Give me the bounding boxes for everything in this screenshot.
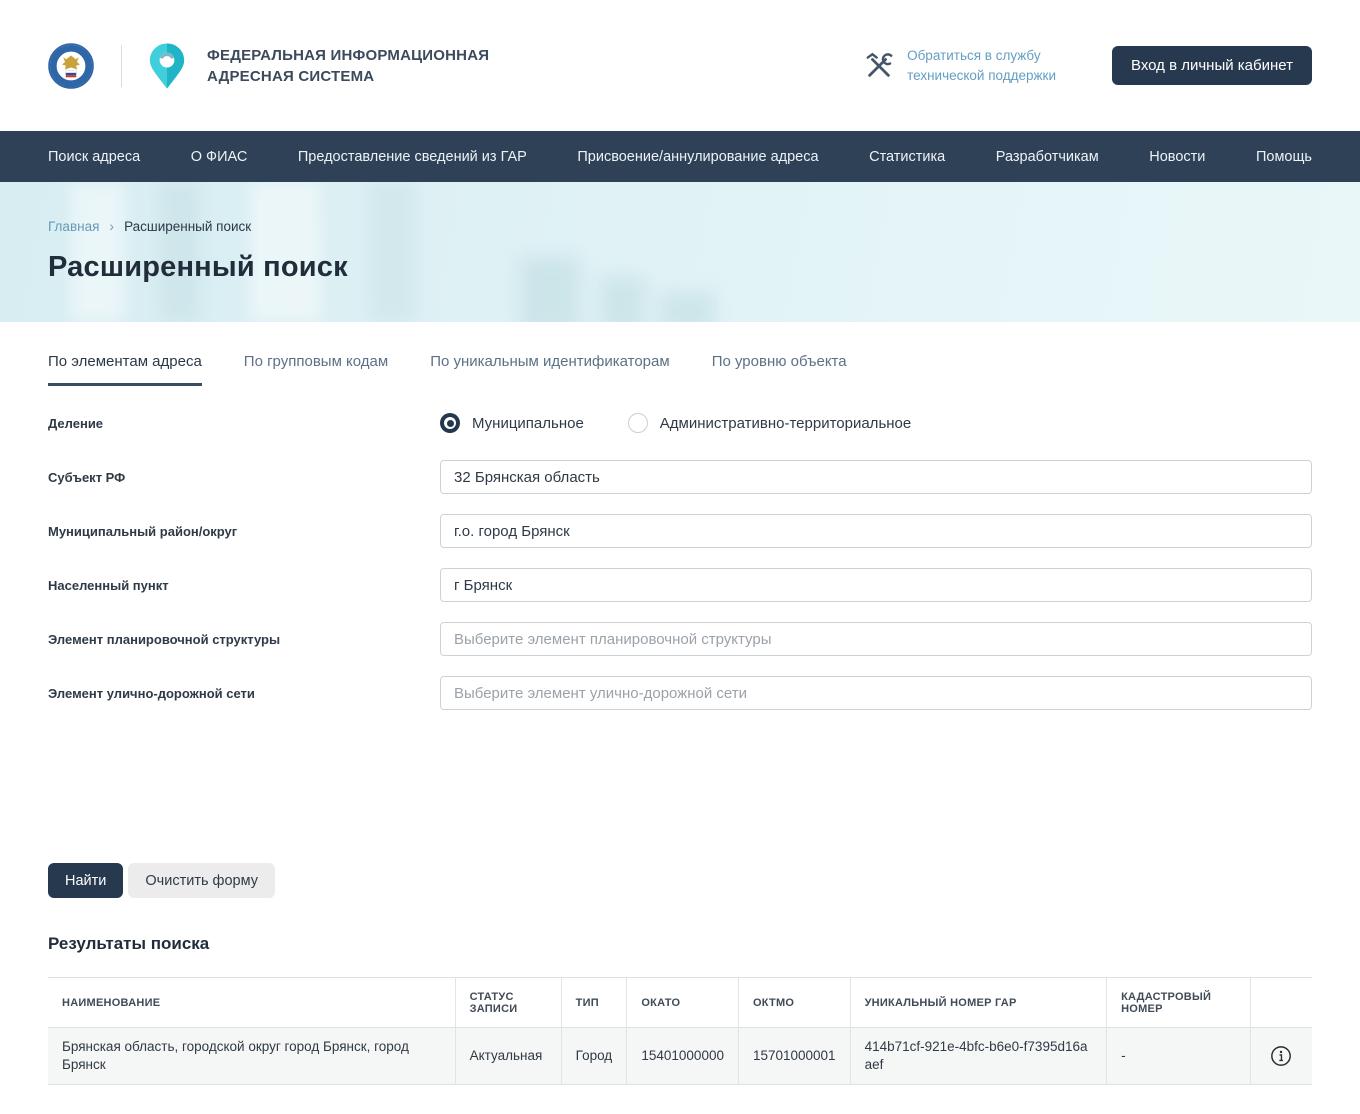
field-row-settlement: Населенный пункт [48, 568, 1312, 602]
support-tools-icon [866, 52, 893, 77]
field-row-subject: Субъект РФ [48, 460, 1312, 494]
org-title-line1: ФЕДЕРАЛЬНАЯ ИНФОРМАЦИОННАЯ [207, 46, 490, 64]
radio-selected-icon[interactable] [440, 413, 460, 433]
cell-type: Город [560, 1027, 627, 1086]
tab-by-group-codes[interactable]: По групповым кодам [244, 353, 388, 386]
subject-label: Субъект РФ [48, 469, 126, 485]
fias-advanced-search-page: ФЕДЕРАЛЬНАЯ ИНФОРМАЦИОННАЯ АДРЕСНАЯ СИСТ… [0, 0, 1360, 1114]
page-banner: Главная › Расширенный поиск Расширенный … [0, 182, 1360, 322]
nav-item-help[interactable]: Помощь [1256, 149, 1312, 165]
col-header-status: СТАТУС ЗАПИСИ [454, 977, 562, 1028]
cell-status: Актуальная [454, 1027, 562, 1086]
header-branding: ФЕДЕРАЛЬНАЯ ИНФОРМАЦИОННАЯ АДРЕСНАЯ СИСТ… [48, 42, 489, 90]
form-actions: Найти Очистить форму [48, 863, 1312, 898]
settlement-label: Населенный пункт [48, 577, 169, 593]
site-header: ФЕДЕРАЛЬНАЯ ИНФОРМАЦИОННАЯ АДРЕСНАЯ СИСТ… [0, 0, 1360, 131]
settlement-input[interactable] [440, 568, 1312, 602]
planning-structure-label: Элемент планировочной структуры [48, 631, 281, 647]
street-network-input[interactable] [440, 676, 1312, 710]
header-divider [121, 44, 122, 87]
col-header-okato: ОКАТО [626, 977, 739, 1028]
radio-administrative-label: Административно-территориальное [659, 414, 912, 432]
field-row-planning-structure: Элемент планировочной структуры [48, 622, 1312, 656]
fns-emblem-icon [48, 42, 94, 89]
banner-decor [660, 292, 715, 322]
field-row-street-network: Элемент улично-дорожной сети [48, 676, 1312, 710]
info-icon[interactable] [1270, 1045, 1292, 1067]
col-header-actions [1249, 977, 1312, 1028]
support-link[interactable]: Обратиться в службу технической поддержк… [864, 46, 1056, 85]
division-label: Деление [48, 415, 104, 431]
nav-item-gar-data[interactable]: Предоставление сведений из ГАР [298, 149, 527, 165]
results-header-row: НАИМЕНОВАНИЕ СТАТУС ЗАПИСИ ТИП ОКАТО ОКТ… [48, 977, 1312, 1028]
org-title: ФЕДЕРАЛЬНАЯ ИНФОРМАЦИОННАЯ АДРЕСНАЯ СИСТ… [207, 45, 489, 87]
col-header-gar-id: УНИКАЛЬНЫЙ НОМЕР ГАР [849, 977, 1107, 1028]
col-header-name: НАИМЕНОВАНИЕ [48, 977, 456, 1028]
clear-form-button[interactable]: Очистить форму [128, 863, 275, 898]
cell-gar-id: 414b71cf-921e-4bfc-b6e0-f7395d16aaef [849, 1027, 1107, 1086]
division-row: Деление Муниципальное Административно-те… [48, 406, 1312, 440]
division-radio-group: Муниципальное Административно-территориа… [440, 406, 911, 440]
tab-by-object-level[interactable]: По уровню объекта [712, 353, 847, 386]
col-header-oktmo: ОКТМО [737, 977, 851, 1028]
municipal-district-label: Муниципальный район/округ [48, 523, 238, 539]
nav-item-address-search[interactable]: Поиск адреса [48, 149, 140, 165]
radio-municipal[interactable]: Муниципальное [440, 413, 584, 433]
support-text-line1: Обратиться в службу [907, 47, 1041, 63]
breadcrumb-current: Расширенный поиск [124, 218, 252, 234]
results-table: НАИМЕНОВАНИЕ СТАТУС ЗАПИСИ ТИП ОКАТО ОКТ… [48, 977, 1312, 1086]
planning-structure-input[interactable] [440, 622, 1312, 656]
tab-by-address-elements[interactable]: По элементам адреса [48, 353, 202, 386]
chevron-right-icon: › [109, 218, 115, 234]
support-text-line2: технической поддержки [907, 67, 1056, 83]
cell-okato: 15401000000 [626, 1027, 739, 1086]
nav-item-developers[interactable]: Разработчикам [996, 149, 1099, 165]
nav-item-statistics[interactable]: Статистика [869, 149, 945, 165]
radio-municipal-label: Муниципальное [472, 414, 584, 432]
org-title-line2: АДРЕСНАЯ СИСТЕМА [207, 67, 375, 85]
field-row-municipal-district: Муниципальный район/округ [48, 514, 1312, 548]
cell-info [1249, 1027, 1312, 1086]
cell-oktmo: 15701000001 [737, 1027, 851, 1086]
main-content: По элементам адреса По групповым кодам П… [0, 353, 1360, 1086]
tab-by-unique-ids[interactable]: По уникальным идентификаторам [430, 353, 669, 386]
results-title: Результаты поиска [48, 934, 210, 953]
cell-cadastral: - [1106, 1027, 1251, 1086]
radio-unselected-icon[interactable] [627, 413, 648, 433]
col-header-type: ТИП [560, 977, 627, 1028]
nav-item-about-fias[interactable]: О ФИАС [191, 149, 248, 165]
search-button[interactable]: Найти [48, 863, 124, 898]
nav-item-news[interactable]: Новости [1149, 149, 1205, 165]
support-text: Обратиться в службу технической поддержк… [907, 46, 1056, 85]
breadcrumb: Главная › Расширенный поиск [48, 218, 1312, 234]
search-tabs: По элементам адреса По групповым кодам П… [48, 353, 1312, 386]
nav-item-address-assignment[interactable]: Присвоение/аннулирование адреса [577, 149, 818, 165]
search-form: Деление Муниципальное Административно-те… [48, 406, 1312, 898]
table-row[interactable]: Брянская область, городской округ город … [48, 1027, 1312, 1086]
header-actions: Обратиться в службу технической поддержк… [864, 46, 1312, 85]
fias-pin-icon [149, 43, 185, 88]
banner-content: Главная › Расширенный поиск Расширенный … [0, 182, 1360, 284]
login-button[interactable]: Вход в личный кабинет [1112, 46, 1312, 85]
col-header-cadastral: КАДАСТРОВЫЙ НОМЕР [1106, 977, 1251, 1028]
subject-input[interactable] [440, 460, 1312, 494]
breadcrumb-home-link[interactable]: Главная [48, 219, 99, 234]
main-nav: Поиск адреса О ФИАС Предоставление сведе… [0, 131, 1360, 182]
radio-administrative[interactable]: Административно-территориальное [627, 413, 912, 433]
street-network-label: Элемент улично-дорожной сети [48, 685, 255, 701]
cell-name: Брянская область, городской округ город … [48, 1027, 456, 1086]
page-title: Расширенный поиск [48, 251, 348, 283]
municipal-district-input[interactable] [440, 514, 1312, 548]
